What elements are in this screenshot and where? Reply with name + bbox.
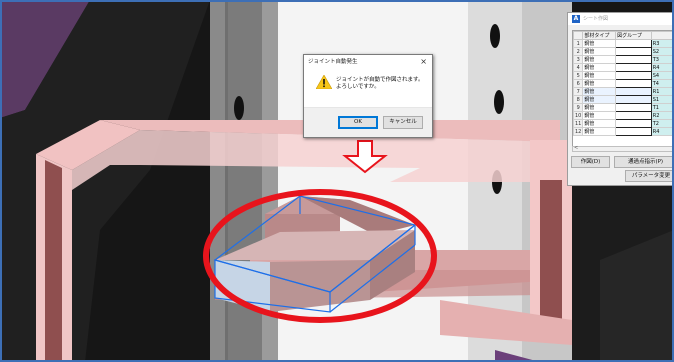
code-cell[interactable]: R4 <box>650 127 674 136</box>
group-cell[interactable] <box>615 63 652 72</box>
member-type-cell[interactable]: 鋼管 <box>582 87 617 96</box>
column-header[interactable]: 図グループ <box>615 31 652 40</box>
table-row[interactable]: 12 鋼管 R4 <box>573 127 674 136</box>
code-cell[interactable]: T3 <box>650 55 674 64</box>
code-cell[interactable]: T4 <box>650 79 674 88</box>
dialog-message-line2: よろしいですか。 <box>336 84 380 90</box>
row-number-cell[interactable]: 1 <box>573 39 584 48</box>
row-number-cell[interactable]: 9 <box>573 103 584 112</box>
app-icon: A <box>572 15 580 23</box>
table-row[interactable]: 11 鋼管 T2 <box>573 119 674 128</box>
dialog-titlebar[interactable]: ジョイント自動発生 × <box>304 55 432 69</box>
code-cell[interactable]: S1 <box>650 95 674 104</box>
sheet-title: シート作図 <box>583 16 609 22</box>
row-number-cell[interactable]: 7 <box>573 87 584 96</box>
member-type-cell[interactable]: 鋼管 <box>582 71 617 80</box>
code-cell[interactable]: S4 <box>650 71 674 80</box>
dialog-footer: OK キャンセル <box>304 107 432 137</box>
table-row[interactable]: 10 鋼管 R2 <box>573 111 674 120</box>
member-type-cell[interactable]: 鋼管 <box>582 79 617 88</box>
sheet-grid[interactable]: 部材タイプ 図グループ 1 鋼管 R3 2 鋼管 S2 3 鋼管 T3 4 鋼管 R4 5 鋼管 S4 6 鋼管… <box>572 30 674 148</box>
show-points-button[interactable]: 通過点指示(P) <box>614 156 674 168</box>
table-row[interactable]: 5 鋼管 S4 <box>573 71 674 80</box>
table-row[interactable]: 4 鋼管 R4 <box>573 63 674 72</box>
dialog-title: ジョイント自動発生 <box>308 59 358 65</box>
group-cell[interactable] <box>615 127 652 136</box>
member-type-cell[interactable]: 鋼管 <box>582 39 617 48</box>
group-cell[interactable] <box>615 47 652 56</box>
group-cell[interactable] <box>615 103 652 112</box>
table-row[interactable]: 1 鋼管 R3 <box>573 39 674 48</box>
row-number-cell[interactable]: 2 <box>573 47 584 56</box>
row-number-cell[interactable]: 12 <box>573 127 584 136</box>
member-type-cell[interactable]: 鋼管 <box>582 111 617 120</box>
group-cell[interactable] <box>615 39 652 48</box>
joint-auto-dialog: ジョイント自動発生 × ジョイントが自動で作図されます。 よろしいですか。 OK… <box>303 54 433 138</box>
dialog-message: ジョイントが自動で作図されます。 よろしいですか。 <box>336 77 423 91</box>
member-type-cell[interactable]: 鋼管 <box>582 47 617 56</box>
scroll-left-icon[interactable]: < <box>574 145 578 151</box>
row-number-cell[interactable]: 6 <box>573 79 584 88</box>
code-cell[interactable]: S2 <box>650 47 674 56</box>
row-number-cell[interactable]: 10 <box>573 111 584 120</box>
sheet-titlebar[interactable]: A シート作図 <box>568 13 674 25</box>
group-cell[interactable] <box>615 87 652 96</box>
table-row[interactable]: 3 鋼管 T3 <box>573 55 674 64</box>
row-number-cell[interactable]: 8 <box>573 95 584 104</box>
group-cell[interactable] <box>615 111 652 120</box>
group-cell[interactable] <box>615 95 652 104</box>
group-cell[interactable] <box>615 119 652 128</box>
row-number-cell[interactable]: 4 <box>573 63 584 72</box>
member-type-cell[interactable]: 鋼管 <box>582 95 617 104</box>
table-row[interactable]: 6 鋼管 T4 <box>573 79 674 88</box>
close-icon[interactable]: × <box>420 55 427 69</box>
sheet-table: 部材タイプ 図グループ 1 鋼管 R3 2 鋼管 S2 3 鋼管 T3 4 鋼管 R4 5 鋼管 S4 6 鋼管… <box>573 31 674 136</box>
column-header <box>573 31 584 40</box>
cancel-button[interactable]: キャンセル <box>383 116 423 129</box>
member-type-cell[interactable]: 鋼管 <box>582 119 617 128</box>
code-cell[interactable]: R4 <box>650 63 674 72</box>
warning-icon <box>316 75 332 89</box>
code-cell[interactable]: R3 <box>650 39 674 48</box>
ok-button[interactable]: OK <box>338 116 378 129</box>
table-row[interactable]: 8 鋼管 S1 <box>573 95 674 104</box>
member-type-cell[interactable]: 鋼管 <box>582 103 617 112</box>
code-cell[interactable]: R2 <box>650 111 674 120</box>
row-number-cell[interactable]: 5 <box>573 71 584 80</box>
member-type-cell[interactable]: 鋼管 <box>582 127 617 136</box>
draw-button[interactable]: 作図(D) <box>571 156 610 168</box>
member-type-cell[interactable]: 鋼管 <box>582 63 617 72</box>
parameter-change-button[interactable]: パラメータ変更 <box>625 170 674 182</box>
dialog-message-line1: ジョイントが自動で作図されます。 <box>336 77 424 83</box>
row-number-cell[interactable]: 11 <box>573 119 584 128</box>
group-cell[interactable] <box>615 55 652 64</box>
code-cell[interactable]: T1 <box>650 103 674 112</box>
group-cell[interactable] <box>615 71 652 80</box>
table-header-row: 部材タイプ 図グループ <box>573 31 674 40</box>
column-header[interactable] <box>650 31 674 40</box>
member-type-cell[interactable]: 鋼管 <box>582 55 617 64</box>
row-number-cell[interactable]: 3 <box>573 55 584 64</box>
table-row[interactable]: 9 鋼管 T1 <box>573 103 674 112</box>
code-cell[interactable]: T2 <box>650 119 674 128</box>
table-row[interactable]: 2 鋼管 S2 <box>573 47 674 56</box>
sheet-window: A シート作図 部材タイプ 図グループ 1 鋼管 R3 2 鋼管 S2 3 鋼管 T3 4 鋼管 R4… <box>567 12 674 186</box>
group-cell[interactable] <box>615 79 652 88</box>
dialog-body: ジョイントが自動で作図されます。 よろしいですか。 <box>304 69 432 107</box>
column-header[interactable]: 部材タイプ <box>582 31 617 40</box>
horizontal-scrollbar[interactable]: < <box>572 145 674 152</box>
table-row[interactable]: 7 鋼管 R1 <box>573 87 674 96</box>
code-cell[interactable]: R1 <box>650 87 674 96</box>
